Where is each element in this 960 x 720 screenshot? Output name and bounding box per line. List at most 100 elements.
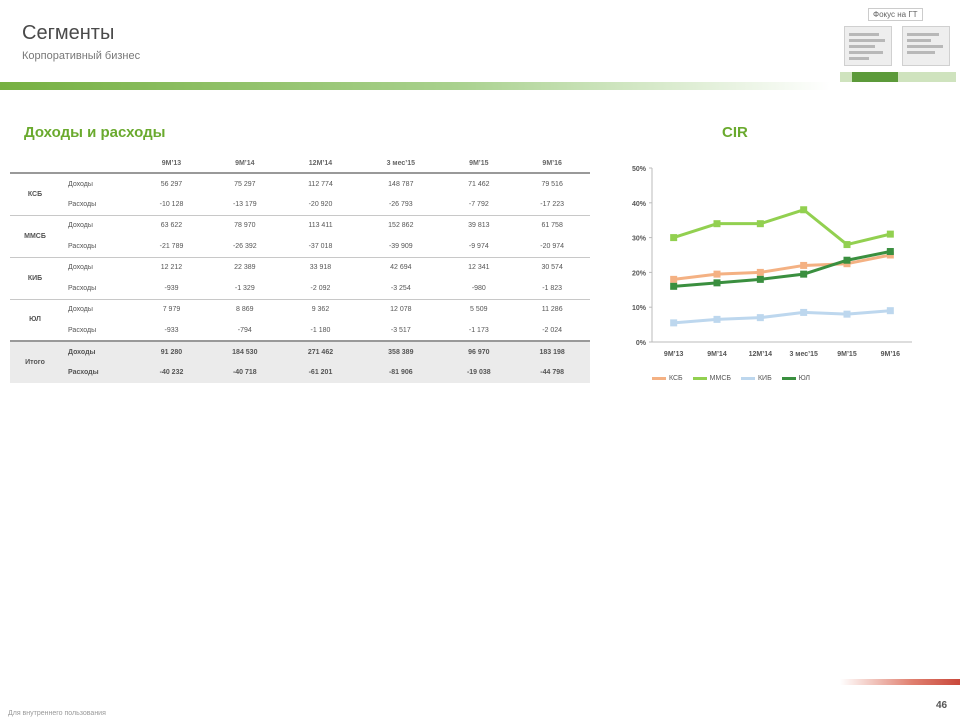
income-expense-table: 9М’13 9М’14 12М’14 3 мес’15 9М’15 9М’16 …: [10, 155, 590, 383]
navigation-active-tab[interactable]: [852, 72, 898, 82]
table-cell: -1 823: [514, 278, 590, 300]
column-header: 9М’13: [136, 155, 207, 174]
mini-line: [849, 33, 879, 36]
page-number: 46: [936, 700, 948, 711]
table-cell: -13 179: [206, 194, 283, 216]
data-point: [713, 270, 721, 278]
legend-swatch: [692, 376, 707, 380]
mini-line: [907, 39, 931, 42]
table-cell: -794: [237, 326, 252, 334]
data-point: [886, 248, 894, 256]
segment-label: КСБ: [10, 173, 60, 216]
table-row: Расходы -933 -794 -1 180 -3 517 -1 173 -…: [10, 320, 590, 341]
navigation-thumbnail[interactable]: Фокус на ГТ: [840, 6, 956, 84]
navigation-title: Фокус на ГТ: [868, 8, 923, 21]
data-point: [670, 234, 678, 242]
column-header: 12М’14: [282, 155, 359, 174]
table-cell: -20 974: [514, 236, 590, 258]
row-type: Расходы: [68, 326, 97, 334]
y-tick-label: 0%: [636, 340, 647, 347]
table-cell: 42 694: [390, 264, 412, 272]
table-row: КСБ Доходы 56 297 75 297 112 774 148 787…: [10, 173, 590, 216]
table-cell: -20 920: [282, 194, 359, 216]
row-type: Доходы: [68, 306, 93, 314]
header-rule: [0, 82, 830, 90]
y-tick-label: 40%: [632, 201, 647, 208]
table-cell: 358 389: [358, 340, 444, 362]
table-cell: -980: [443, 278, 515, 300]
table-cell: 91 280: [136, 340, 207, 362]
data-point: [713, 220, 721, 228]
data-point: [886, 230, 894, 238]
navigation-mini-slide-left[interactable]: [844, 26, 892, 66]
y-tick-label: 10%: [632, 305, 647, 312]
table-cell: -21 789: [136, 236, 207, 258]
table-cell: 39 813: [468, 222, 490, 230]
table-header-row: 9М’13 9М’14 12М’14 3 мес’15 9М’15 9М’16: [10, 155, 590, 174]
column-header: [60, 155, 136, 174]
table-cell: 183 198: [514, 340, 590, 362]
data-point: [843, 256, 851, 264]
table-cell: -9 974: [443, 236, 515, 258]
table-cell: -44 798: [514, 362, 590, 383]
table-cell: 96 970: [443, 340, 515, 362]
table-cell: 79 516: [541, 180, 563, 188]
y-tick-label: 20%: [632, 270, 647, 277]
table-cell: -1 329: [206, 278, 283, 300]
table-cell: -61 201: [282, 362, 359, 383]
x-tick-label: 9М’13: [664, 351, 684, 358]
chart-legend: КСБ ММСБ КИБ ЮЛ: [652, 375, 820, 382]
column-header: 9М’16: [514, 155, 590, 174]
mini-line: [907, 33, 939, 36]
mini-line: [849, 45, 875, 48]
legend-item: КИБ: [740, 375, 772, 382]
table-cell: 148 787: [388, 180, 414, 188]
footer-rule: [840, 679, 960, 685]
table-cell: 152 862: [388, 222, 414, 230]
table-cell: 30 574: [541, 264, 563, 272]
cir-line-chart: 0% 10% 20% 30% 40% 50% 9М’13 9М’14 12М’14 3 мес’1…: [632, 166, 912, 358]
table-cell: -7 792: [443, 194, 515, 216]
data-point: [886, 307, 894, 315]
data-point: [756, 268, 764, 276]
row-type: Расходы: [60, 194, 136, 216]
data-point: [670, 275, 678, 283]
table-row: КИБ Доходы 12 212 22 389 33 918 42 694 1…: [10, 257, 590, 300]
mini-line: [849, 39, 885, 42]
table-cell: 271 462: [282, 340, 359, 362]
table-cell: 112 774: [308, 180, 333, 188]
table-cell: 63 622: [160, 222, 183, 230]
row-type: Доходы: [68, 222, 93, 230]
navigation-mini-slide-right[interactable]: [902, 26, 950, 66]
row-type: Расходы: [60, 362, 136, 383]
data-point: [713, 279, 721, 287]
data-point: [843, 310, 851, 318]
total-row: Расходы -40 232 -40 718 -61 201 -81 906 …: [10, 362, 590, 383]
column-header: 9М’15: [443, 155, 515, 174]
row-type: Расходы: [60, 278, 136, 300]
table-cell: 12 078: [390, 306, 412, 314]
table-cell: -37 018: [282, 236, 359, 258]
mini-line: [907, 45, 943, 48]
page-subtitle: Корпоративный бизнес: [22, 50, 141, 62]
series-line: [673, 309, 891, 325]
table-cell: 7 979: [162, 306, 181, 314]
table-cell: -2 024: [542, 326, 563, 334]
row-type: Доходы: [68, 180, 93, 188]
data-point: [756, 314, 764, 322]
data-point: [670, 319, 678, 327]
table-cell: -40 718: [206, 362, 283, 383]
segment-label: КИБ: [10, 257, 60, 300]
table-cell: -1 180: [310, 326, 331, 334]
table-row: Расходы -10 128 -13 179 -20 920 -26 793 …: [10, 194, 590, 216]
data-point: [800, 261, 808, 269]
table-cell: -3 254: [358, 278, 444, 300]
total-row: Итого Доходы 91 280 184 530 271 462 358 …: [10, 340, 590, 383]
table-cell: -40 232: [136, 362, 207, 383]
table-cell: 22 389: [234, 264, 256, 272]
mini-line: [849, 51, 883, 54]
column-header: 3 мес’15: [358, 155, 444, 174]
table-cell: 12 212: [160, 264, 183, 272]
table-section-title: Доходы и расходы: [24, 124, 166, 141]
data-point: [800, 206, 808, 214]
